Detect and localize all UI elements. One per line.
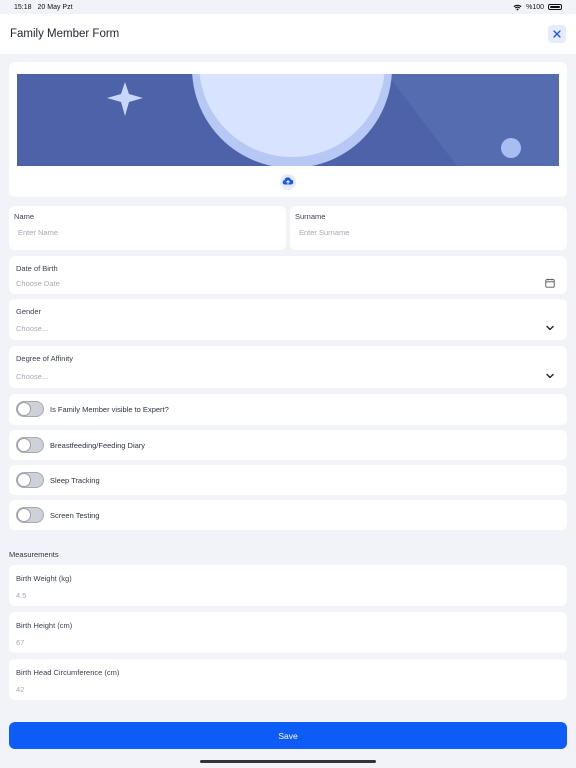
birth-head-input[interactable]: 42 <box>16 685 24 694</box>
toggle-label: Breastfeeding/Feeding Diary <box>50 441 146 450</box>
expert-visible-toggle[interactable] <box>16 401 44 417</box>
toggle-row-expert-visible: Is Family Member visible to Expert? <box>9 394 567 425</box>
birth-head-label: Birth Head Circumference (cm) <box>16 668 120 677</box>
toggle-label: Is Family Member visible to Expert? <box>50 405 169 414</box>
affinity-label: Degree of Affinity <box>16 354 73 363</box>
wifi-icon <box>513 4 522 11</box>
close-icon <box>553 30 561 38</box>
surname-label: Surname <box>295 212 326 221</box>
birth-weight-field[interactable]: Birth Weight (kg) 4.5 <box>9 565 567 606</box>
birth-height-input[interactable]: 67 <box>16 638 24 647</box>
sleep-tracking-toggle[interactable] <box>16 472 44 488</box>
screen-testing-toggle[interactable] <box>16 507 44 523</box>
close-button[interactable] <box>548 25 566 43</box>
gender-value: Choose... <box>16 324 49 333</box>
birth-height-label: Birth Height (cm) <box>16 621 73 630</box>
date-of-birth-field[interactable]: Date of Birth Choose Date <box>9 256 567 294</box>
status-bar: 15:18 20 May Pzt %100 <box>0 0 576 14</box>
upload-cloud-icon[interactable] <box>280 174 296 190</box>
dob-input[interactable]: Choose Date <box>16 279 60 288</box>
measurements-title: Measurements <box>9 550 59 559</box>
birth-height-field[interactable]: Birth Height (cm) 67 <box>9 612 567 653</box>
battery-percent: %100 <box>526 3 544 11</box>
banner-image <box>17 74 559 166</box>
birth-head-circumference-field[interactable]: Birth Head Circumference (cm) 42 <box>9 659 567 700</box>
status-time: 15:18 <box>14 3 32 11</box>
birth-weight-input[interactable]: 4.5 <box>16 591 26 600</box>
surname-field[interactable]: Surname Enter Surname <box>290 206 567 250</box>
toggle-row-feeding-diary: Breastfeeding/Feeding Diary <box>9 430 567 460</box>
home-indicator <box>200 760 376 763</box>
toggle-row-sleep-tracking: Sleep Tracking <box>9 465 567 495</box>
form-header: Family Member Form <box>0 14 576 54</box>
save-button[interactable]: Save <box>9 722 567 749</box>
chevron-down-icon[interactable] <box>545 371 555 381</box>
toggle-label: Screen Testing <box>50 511 100 520</box>
toggle-label: Sleep Tracking <box>50 476 100 485</box>
birth-weight-label: Birth Weight (kg) <box>16 574 72 583</box>
battery-icon <box>548 4 562 10</box>
photo-upload-card[interactable] <box>9 62 567 197</box>
name-field[interactable]: Name Enter Name <box>9 206 286 250</box>
affinity-select[interactable]: Degree of Affinity Choose... <box>9 346 567 388</box>
gender-label: Gender <box>16 307 42 316</box>
affinity-value: Choose... <box>16 372 49 381</box>
status-date: 20 May Pzt <box>37 3 73 11</box>
name-input[interactable]: Enter Name <box>18 228 58 237</box>
chevron-down-icon[interactable] <box>545 323 555 333</box>
dob-label: Date of Birth <box>16 264 58 273</box>
page-title: Family Member Form <box>10 28 120 40</box>
toggle-row-screen-testing: Screen Testing <box>9 500 567 530</box>
surname-input[interactable]: Enter Surname <box>299 228 349 237</box>
name-label: Name <box>14 212 35 221</box>
gender-select[interactable]: Gender Choose... <box>9 299 567 340</box>
calendar-icon[interactable] <box>545 278 555 288</box>
feeding-diary-toggle[interactable] <box>16 437 44 453</box>
